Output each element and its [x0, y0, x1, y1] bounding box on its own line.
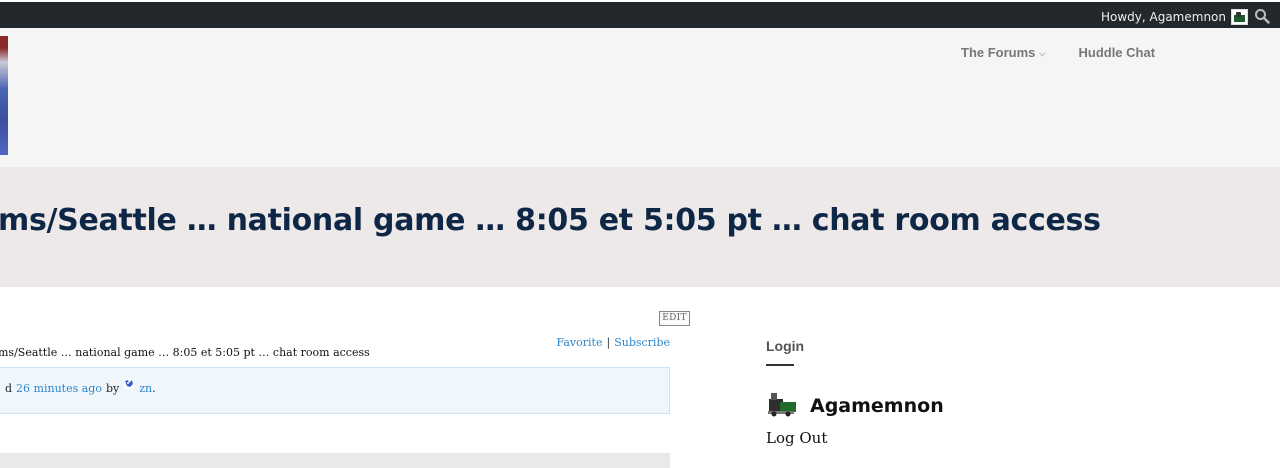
user-avatar-icon: [1231, 9, 1248, 25]
chevron-down-icon: ⌵: [1039, 48, 1046, 58]
separator: |: [606, 336, 611, 349]
author-link[interactable]: zn: [139, 382, 152, 395]
nav-item-huddle-chat[interactable]: Huddle Chat: [1078, 45, 1155, 60]
topic-info-notice: d 26 minutes ago by zn.: [0, 367, 670, 414]
username[interactable]: Agamemnon: [810, 395, 944, 417]
nav-item-the-forums[interactable]: The Forums ⌵: [961, 45, 1045, 60]
admin-bar: Howdy, Agamemnon: [0, 0, 1280, 28]
title-band: ms/Seattle … national game … 8:05 et 5:0…: [0, 167, 1280, 287]
search-icon[interactable]: [1254, 8, 1270, 24]
heading-underline: [766, 364, 794, 366]
notice-prefix: d: [5, 382, 13, 395]
notice-text: d 26 minutes ago by zn.: [5, 378, 156, 395]
reply-header-strip: [0, 453, 670, 468]
logout-link[interactable]: Log Out: [766, 429, 827, 447]
greeting-text: Howdy, Agamemnon: [1100, 10, 1226, 24]
freshness-link[interactable]: 26 minutes ago: [16, 382, 102, 395]
login-widget-title: Login: [766, 338, 805, 354]
site-logo[interactable]: [0, 36, 8, 155]
notice-suffix: .: [152, 382, 156, 395]
subscribe-link[interactable]: Subscribe: [614, 336, 670, 349]
edit-button[interactable]: EDIT: [659, 311, 690, 326]
nav-item-label: Huddle Chat: [1078, 45, 1156, 60]
nav-item-label: The Forums: [961, 45, 1036, 60]
site-header: The Forums ⌵ Huddle Chat: [0, 28, 1280, 167]
user-avatar[interactable]: [766, 390, 798, 418]
account-menu[interactable]: Howdy, Agamemnon: [1101, 6, 1248, 28]
page-title: ms/Seattle … national game … 8:05 et 5:0…: [0, 203, 1101, 238]
author-avatar-icon[interactable]: [123, 378, 135, 390]
notice-by: by: [105, 382, 120, 395]
favorite-link[interactable]: Favorite: [556, 336, 602, 349]
topic-title-text: ms/Seattle … national game … 8:05 et 5:0…: [0, 346, 370, 359]
topic-actions: Favorite | Subscribe: [556, 336, 670, 349]
main-nav: The Forums ⌵ Huddle Chat: [961, 45, 1155, 60]
